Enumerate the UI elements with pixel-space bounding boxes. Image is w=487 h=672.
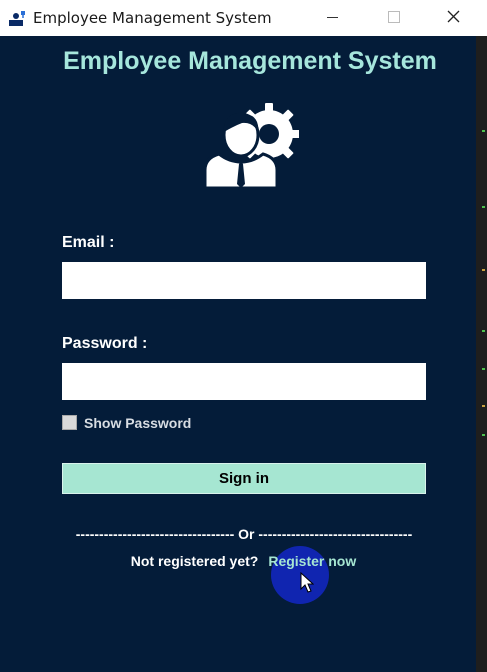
sign-in-button[interactable]: Sign in: [62, 463, 426, 494]
page-title: Employee Management System: [63, 47, 437, 75]
password-label: Password :: [62, 335, 148, 352]
employee-app-icon: [9, 11, 25, 26]
minimize-button[interactable]: [310, 0, 356, 36]
show-password-checkbox[interactable]: [62, 415, 77, 430]
show-password-label[interactable]: Show Password: [84, 415, 191, 431]
password-input[interactable]: [62, 363, 426, 400]
register-row: Not registered yet? Register now: [0, 553, 487, 571]
not-registered-text: Not registered yet?: [130, 553, 259, 569]
employee-gear-icon: [203, 103, 299, 190]
close-button[interactable]: [432, 0, 478, 36]
close-icon: [447, 10, 460, 23]
email-label: Email :: [62, 234, 115, 251]
or-divider: ---------------------------------- Or --…: [75, 526, 413, 542]
maximize-button[interactable]: [371, 0, 417, 36]
register-link[interactable]: Register now: [268, 553, 356, 569]
title-bar: Employee Management System: [0, 0, 487, 36]
window-title: Employee Management System: [33, 9, 272, 27]
email-input[interactable]: [62, 262, 426, 299]
background-window-edge: [476, 36, 487, 672]
mouse-pointer-icon: [300, 572, 314, 593]
